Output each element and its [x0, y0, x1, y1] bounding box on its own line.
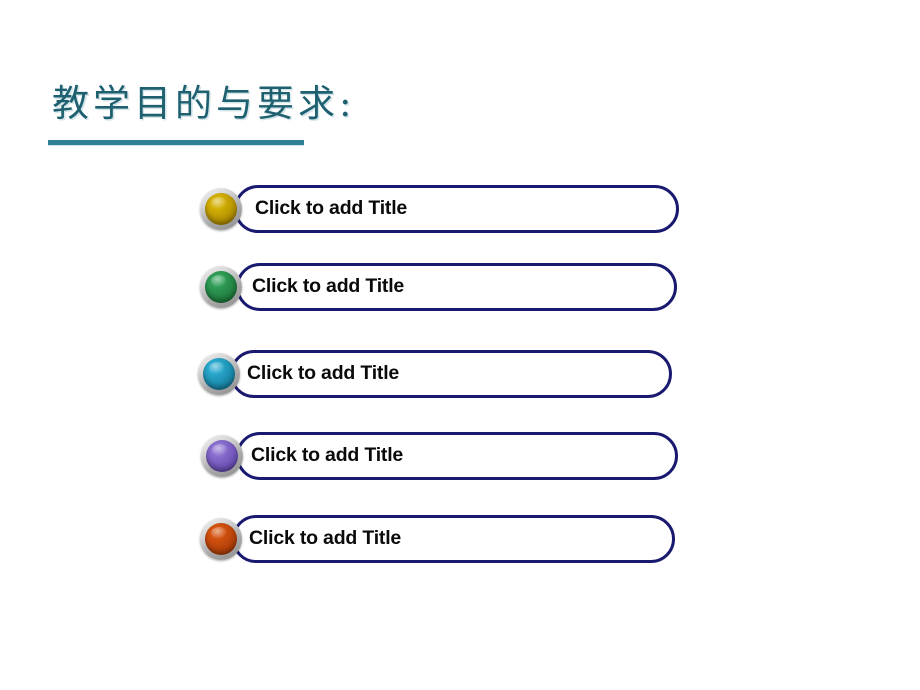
- bullet-sphere-purple: [201, 435, 243, 477]
- pill-label: Click to add Title: [249, 527, 402, 550]
- title-block: 教学目的与要求:: [48, 78, 468, 153]
- bullet-row: Click to add Title: [0, 515, 920, 563]
- bullet-sphere-core: [206, 440, 238, 472]
- bullet-sphere-gold: [200, 188, 242, 230]
- title-placeholder-pill[interactable]: Click to add Title: [234, 185, 679, 233]
- pill-label: Click to add Title: [247, 362, 400, 385]
- title-placeholder-pill[interactable]: Click to add Title: [232, 515, 675, 563]
- slide-canvas: 教学目的与要求: Click to add Title Click to add …: [0, 0, 920, 690]
- page-title: 教学目的与要求:: [52, 82, 356, 125]
- pill-label: Click to add Title: [251, 444, 404, 467]
- bullet-row: Click to add Title: [0, 432, 920, 480]
- bullet-sphere-orange: [200, 518, 242, 560]
- title-placeholder-pill[interactable]: Click to add Title: [236, 263, 677, 311]
- title-underline: [48, 140, 304, 145]
- title-placeholder-pill[interactable]: Click to add Title: [236, 432, 678, 480]
- bullet-sphere-core: [205, 271, 237, 303]
- bullet-row: Click to add Title: [0, 185, 920, 233]
- bullet-sphere-cyan: [198, 353, 240, 395]
- pill-label: Click to add Title: [255, 197, 408, 220]
- bullet-sphere-core: [205, 523, 237, 555]
- bullet-sphere-green: [200, 266, 242, 308]
- bullet-sphere-core: [205, 193, 237, 225]
- bullet-sphere-core: [203, 358, 235, 390]
- bullet-row: Click to add Title: [0, 263, 920, 311]
- pill-label: Click to add Title: [252, 275, 405, 298]
- title-placeholder-pill[interactable]: Click to add Title: [230, 350, 672, 398]
- bullet-row: Click to add Title: [0, 350, 920, 398]
